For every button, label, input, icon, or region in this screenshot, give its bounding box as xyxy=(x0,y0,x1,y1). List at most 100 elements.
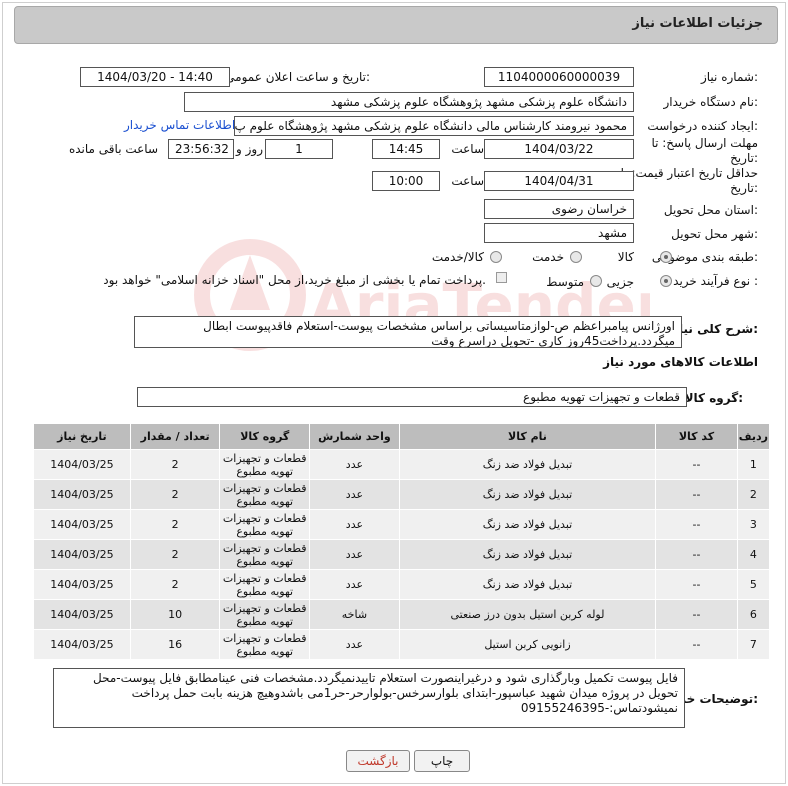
item-name: تبدیل فولاد ضد زنگ xyxy=(398,539,657,570)
item-group: قطعات و تجهیزات تهویه مطبوع xyxy=(219,509,311,540)
item-group: قطعات و تجهیزات تهویه مطبوع xyxy=(219,479,311,510)
goods-section-title: اطلاعات کالاهای مورد نیاز xyxy=(603,355,758,369)
goods-group-field: قطعات و تجهیزات تهویه مطبوع xyxy=(137,387,687,407)
deadline-time-label: ساعت xyxy=(451,142,484,156)
col-group: گروه کالا xyxy=(219,423,311,450)
item-group: قطعات و تجهیزات تهویه مطبوع xyxy=(219,599,311,630)
row-number: 3 xyxy=(736,509,771,540)
goods-group-label: گروه کالا: xyxy=(684,391,743,405)
price-valid-label: حداقل تاریخ اعتبار قیمت: تا تاریخ: xyxy=(620,166,758,195)
item-unit: عدد xyxy=(309,629,400,660)
buyer-org-label: نام دستگاه خریدار: xyxy=(663,95,759,109)
category-option-service: خدمت xyxy=(532,250,564,264)
category-option-both: کالا/خدمت xyxy=(431,250,484,264)
item-name: زانویی کربن استیل xyxy=(398,629,657,660)
summary-textarea[interactable]: اورژانس پیامبراعظم ص-لوازمتاسیساتی براسا… xyxy=(134,316,682,348)
process-option-medium: متوسط xyxy=(546,275,584,289)
page-header: جزئیات اطلاعات نیاز xyxy=(14,6,778,44)
price-valid-time-field: 10:00 xyxy=(372,171,440,191)
item-code: -- xyxy=(655,539,738,570)
buyer-org-field: دانشگاه علوم پزشکی مشهد پژوهشگاه علوم پز… xyxy=(184,92,634,112)
row-number: 1 xyxy=(736,449,771,480)
item-date: 1404/03/25 xyxy=(33,599,131,630)
announce-label: تاریخ و ساعت اعلان عمومی: xyxy=(225,70,370,84)
contact-info-link[interactable]: اطلاعات تماس خریدار xyxy=(124,118,235,132)
category-option-goods: کالا xyxy=(617,250,634,264)
process-label: نوع فرآیند خرید : xyxy=(673,274,758,288)
price-valid-time-label: ساعت xyxy=(451,174,484,188)
table-row: 7 -- زانویی کربن استیل عدد قطعات و تجهیز… xyxy=(33,629,771,660)
item-unit: عدد xyxy=(309,539,400,570)
goods-table-header: ردیف کد کالا نام کالا واحد شمارش گروه کا… xyxy=(33,423,771,450)
col-unit: واحد شمارش xyxy=(309,423,400,450)
treasury-payment-note: پرداخت تمام یا بخشی از مبلغ خرید،از محل … xyxy=(103,273,486,287)
table-row: 6 -- لوله کربن استیل بدون درز صنعتی شاخه… xyxy=(33,599,771,630)
item-qty: 10 xyxy=(129,599,221,630)
item-unit: عدد xyxy=(309,509,400,540)
row-number: 2 xyxy=(736,479,771,510)
col-code: کد کالا xyxy=(655,423,738,450)
item-qty: 16 xyxy=(129,629,221,660)
deadline-label: مهلت ارسال پاسخ: تا تاریخ: xyxy=(651,136,758,165)
item-qty: 2 xyxy=(129,569,221,600)
item-name: تبدیل فولاد ضد زنگ xyxy=(398,449,657,480)
page-title: جزئیات اطلاعات نیاز xyxy=(632,16,763,31)
city-label: شهر محل تحویل: xyxy=(671,227,758,241)
item-date: 1404/03/25 xyxy=(33,509,131,540)
announce-field: 1404/03/20 - 14:40 xyxy=(80,67,230,87)
item-code: -- xyxy=(655,599,738,630)
col-row: ردیف xyxy=(736,423,771,450)
item-unit: عدد xyxy=(309,569,400,600)
province-field: خراسان رضوی xyxy=(484,199,634,219)
item-code: -- xyxy=(655,449,738,480)
buyer-notes-textarea[interactable]: فایل پیوست تکمیل وبارگذاری شود و درغیرای… xyxy=(53,668,685,728)
item-unit: عدد xyxy=(309,479,400,510)
category-radio-goods[interactable] xyxy=(660,251,672,263)
table-row: 4 -- تبدیل فولاد ضد زنگ عدد قطعات و تجهی… xyxy=(33,539,771,570)
item-unit: عدد xyxy=(309,449,400,480)
process-option-minor: جزیی xyxy=(606,275,634,289)
remaining-time-field: 23:56:32 xyxy=(168,139,234,159)
deadline-time-field: 14:45 xyxy=(372,139,440,159)
table-row: 1 -- تبدیل فولاد ضد زنگ عدد قطعات و تجهی… xyxy=(33,449,771,480)
item-date: 1404/03/25 xyxy=(33,539,131,570)
category-radio-both[interactable] xyxy=(490,251,502,263)
item-group: قطعات و تجهیزات تهویه مطبوع xyxy=(219,629,311,660)
need-number-field: 1104000060000039 xyxy=(484,67,634,87)
item-name: تبدیل فولاد ضد زنگ xyxy=(398,479,657,510)
process-radio-minor[interactable] xyxy=(660,275,672,287)
summary-label: شرح کلی نیاز: xyxy=(672,322,758,336)
item-code: -- xyxy=(655,629,738,660)
deadline-date-field: 1404/03/22 xyxy=(484,139,634,159)
need-number-label: شماره نیاز: xyxy=(700,70,758,84)
row-number: 6 xyxy=(736,599,771,630)
col-qty: تعداد / مقدار xyxy=(129,423,221,450)
item-qty: 2 xyxy=(129,449,221,480)
creator-label: ایجاد کننده درخواست: xyxy=(647,119,758,133)
item-code: -- xyxy=(655,569,738,600)
item-date: 1404/03/25 xyxy=(33,569,131,600)
col-name: نام کالا xyxy=(398,423,657,450)
row-number: 4 xyxy=(736,539,771,570)
goods-table: ردیف کد کالا نام کالا واحد شمارش گروه کا… xyxy=(33,423,771,660)
item-name: تبدیل فولاد ضد زنگ xyxy=(398,569,657,600)
back-button[interactable]: بازگشت xyxy=(346,750,410,772)
category-radio-service[interactable] xyxy=(570,251,582,263)
item-date: 1404/03/25 xyxy=(33,479,131,510)
row-number: 5 xyxy=(736,569,771,600)
item-unit: شاخه xyxy=(309,599,400,630)
col-date: تاریخ نیاز xyxy=(33,423,131,450)
item-group: قطعات و تجهیزات تهویه مطبوع xyxy=(219,569,311,600)
table-row: 5 -- تبدیل فولاد ضد زنگ عدد قطعات و تجهی… xyxy=(33,569,771,600)
row-number: 7 xyxy=(736,629,771,660)
creator-field: محمود نیرومند کارشناس مالی دانشگاه علوم … xyxy=(234,116,634,136)
days-label: روز و xyxy=(236,142,263,156)
item-group: قطعات و تجهیزات تهویه مطبوع xyxy=(219,449,311,480)
treasury-payment-checkbox[interactable] xyxy=(496,272,507,283)
item-code: -- xyxy=(655,479,738,510)
table-row: 3 -- تبدیل فولاد ضد زنگ عدد قطعات و تجهی… xyxy=(33,509,771,540)
process-radio-medium[interactable] xyxy=(590,275,602,287)
item-date: 1404/03/25 xyxy=(33,629,131,660)
print-button[interactable]: چاپ xyxy=(414,750,470,772)
item-qty: 2 xyxy=(129,479,221,510)
